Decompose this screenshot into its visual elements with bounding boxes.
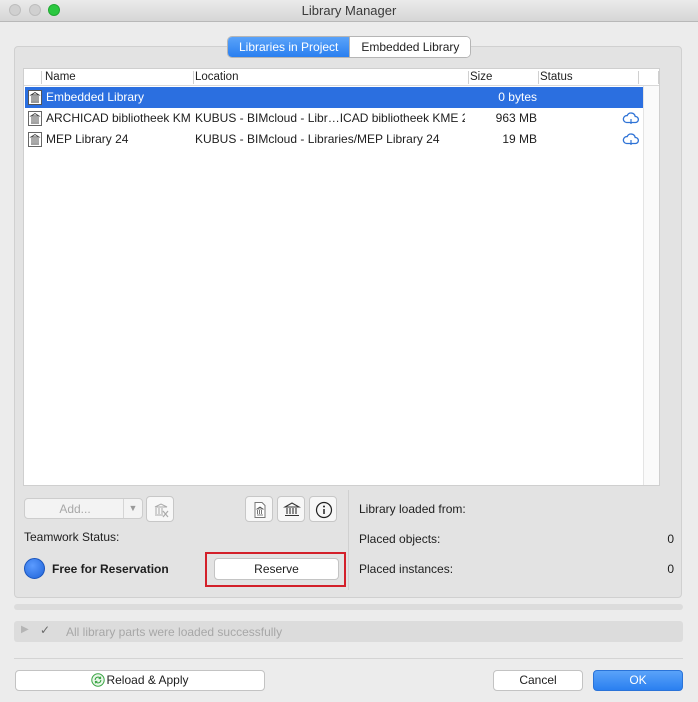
library-icon — [28, 111, 42, 126]
footer-divider — [14, 658, 683, 659]
table-scrollbar[interactable] — [643, 86, 659, 485]
table-row[interactable]: Embedded Library 0 bytes — [25, 87, 659, 108]
cancel-button[interactable]: Cancel — [493, 670, 583, 691]
library-info-button[interactable] — [309, 496, 337, 522]
row-name: MEP Library 24 — [46, 132, 129, 146]
column-header-location[interactable]: Location — [195, 71, 238, 83]
row-name: ARCHICAD bibliotheek KM… — [46, 111, 192, 125]
library-settings-button[interactable] — [277, 496, 305, 522]
column-header-name[interactable]: Name — [45, 71, 76, 83]
panel-divider — [348, 490, 349, 590]
checkmark-icon: ✓ — [40, 623, 51, 637]
library-document-button[interactable] — [245, 496, 273, 522]
library-tabs: Libraries in Project Embedded Library — [227, 36, 472, 58]
placed-objects-value: 0 — [667, 532, 674, 546]
title-bar: Library Manager — [0, 0, 698, 22]
window-title: Library Manager — [301, 3, 397, 18]
row-size: 19 MB — [502, 132, 537, 146]
column-header-status[interactable]: Status — [540, 71, 573, 83]
library-document-icon — [254, 502, 266, 518]
disclosure-triangle-icon[interactable]: ▶ — [21, 624, 29, 635]
placed-objects-label: Placed objects: — [359, 532, 441, 546]
table-row[interactable]: MEP Library 24 KUBUS - BIMcloud - Librar… — [25, 129, 659, 150]
row-size: 0 bytes — [498, 90, 537, 104]
tab-libraries-in-project[interactable]: Libraries in Project — [228, 37, 350, 57]
row-location: KUBUS - BIMcloud - Libr…ICAD bibliotheek… — [195, 111, 465, 125]
reserve-button[interactable]: Reserve — [214, 558, 339, 580]
add-library-dropdown[interactable]: Add... ▼ — [24, 498, 143, 519]
row-location: KUBUS - BIMcloud - Libraries/MEP Library… — [195, 132, 440, 146]
reload-icon — [91, 673, 106, 687]
load-progress-bar — [14, 604, 683, 610]
row-name: Embedded Library — [46, 90, 145, 104]
column-header-size[interactable]: Size — [470, 71, 492, 83]
table-row[interactable]: ARCHICAD bibliotheek KM… KUBUS - BIMclou… — [25, 108, 659, 129]
add-label: Add... — [59, 502, 91, 516]
reload-apply-label: Reload & Apply — [106, 673, 189, 687]
chevron-down-icon: ▼ — [123, 499, 142, 518]
library-loaded-from-label: Library loaded from: — [359, 502, 466, 516]
load-status-message: All library parts were loaded successful… — [66, 625, 283, 639]
remove-library-button[interactable] — [146, 496, 174, 522]
placed-instances-value: 0 — [667, 562, 674, 576]
ok-button[interactable]: OK — [593, 670, 683, 691]
reservation-status-text: Free for Reservation — [52, 562, 169, 576]
reload-apply-button[interactable]: Reload & Apply — [15, 670, 265, 691]
row-size: 963 MB — [495, 111, 537, 125]
library-icon — [28, 132, 42, 147]
teamwork-status-label: Teamwork Status: — [24, 530, 120, 544]
placed-instances-label: Placed instances: — [359, 562, 454, 576]
load-status-bar: ▶ ✓ All library parts were loaded succes… — [14, 621, 683, 642]
cloud-icon — [622, 133, 639, 145]
table-header: Name Location Size Status — [24, 69, 659, 86]
cloud-icon — [622, 112, 639, 124]
reservation-status-indicator — [24, 558, 45, 579]
info-icon — [315, 501, 333, 519]
remove-library-icon — [154, 503, 169, 518]
library-icon — [28, 90, 42, 105]
library-icon — [283, 502, 301, 517]
library-table: Name Location Size Status Embedded Libra… — [23, 68, 660, 486]
tab-embedded-library[interactable]: Embedded Library — [349, 37, 471, 57]
